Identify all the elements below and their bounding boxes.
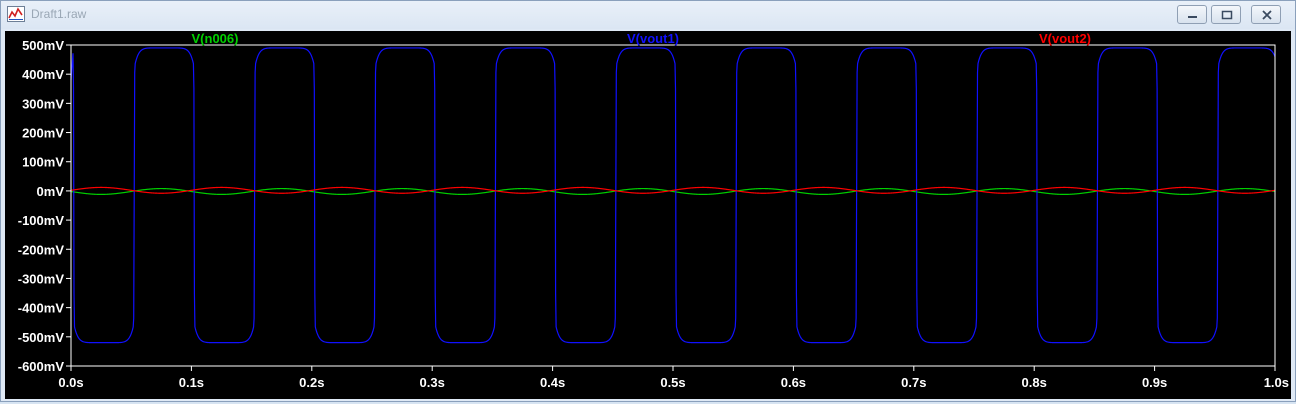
y-tick-label: -500mV (18, 330, 65, 345)
y-tick-label: -400mV (18, 301, 65, 316)
waveform-app-icon (7, 6, 25, 22)
y-tick-label: 400mV (22, 67, 64, 82)
series-trace[interactable] (70, 187, 1276, 196)
window-title: Draft1.raw (31, 7, 87, 21)
x-tick-label: 0.8s (1022, 375, 1047, 390)
x-tick-label: 0.4s (540, 375, 565, 390)
y-tick-label: 0mV (37, 184, 65, 199)
legend-label[interactable]: V(vout2) (1039, 31, 1091, 46)
x-tick-label: 0.6s (781, 375, 806, 390)
x-tick-label: 0.2s (299, 375, 324, 390)
plot-border (70, 44, 1276, 367)
y-tick-label: 100mV (22, 155, 64, 170)
y-tick-label: -300mV (18, 271, 65, 286)
restore-icon (1221, 10, 1233, 20)
waveform-plot[interactable]: 500mV 400mV 300mV 200mV 100mV 0mV -100mV -200mV… (5, 31, 1291, 399)
y-tick-label: -100mV (18, 213, 65, 228)
legend-label[interactable]: V(n006) (192, 31, 239, 46)
close-icon (1262, 10, 1272, 20)
close-button[interactable] (1251, 5, 1281, 24)
x-tick-label: 0.7s (901, 375, 926, 390)
y-tick-label: -600mV (18, 359, 65, 374)
restore-button[interactable] (1211, 5, 1241, 24)
y-tick-label: -200mV (18, 242, 65, 257)
title-bar[interactable]: Draft1.raw (1, 1, 1295, 29)
y-tick-label: 500mV (22, 38, 64, 53)
series-trace[interactable] (70, 186, 1276, 194)
x-tick-label: 1.0s (1264, 375, 1289, 390)
series-trace[interactable] (70, 47, 1276, 344)
x-tick-label: 0.0s (58, 375, 83, 390)
x-tick-label: 0.9s (1142, 375, 1167, 390)
y-tick-label: 300mV (22, 96, 64, 111)
x-tick-label: 0.3s (420, 375, 445, 390)
x-tick-label: 0.1s (179, 375, 204, 390)
waveform-viewer-window: Draft1.raw 500mV 400mV 300mV 200mV 100mV 0mV -… (0, 0, 1296, 402)
x-tick-label: 0.5s (660, 375, 685, 390)
minimize-icon (1188, 16, 1197, 18)
legend-label[interactable]: V(vout1) (627, 31, 679, 46)
minimize-button[interactable] (1177, 5, 1207, 24)
plot-area[interactable]: 500mV 400mV 300mV 200mV 100mV 0mV -100mV -200mV… (5, 31, 1291, 399)
y-tick-label: 200mV (22, 126, 64, 141)
